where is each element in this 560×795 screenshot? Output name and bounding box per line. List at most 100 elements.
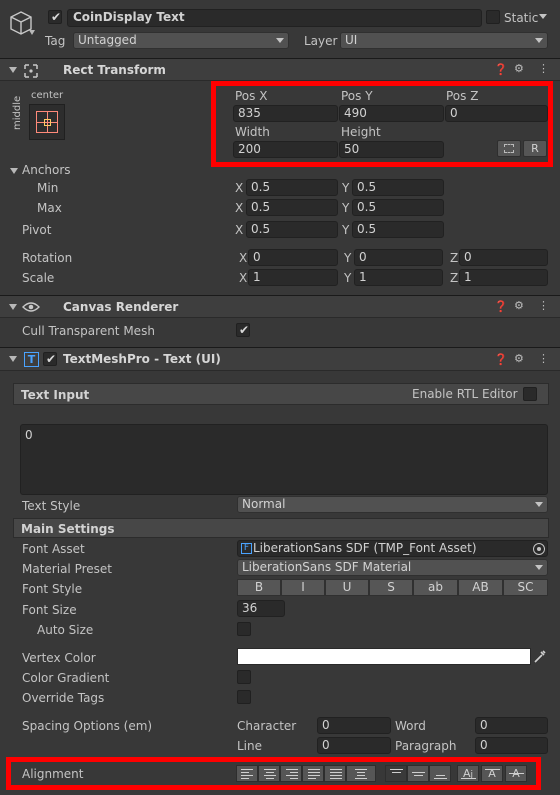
canvas-renderer-title: Canvas Renderer xyxy=(63,300,179,314)
anchor-max-x-field[interactable]: 0.5 xyxy=(246,199,338,216)
highlight-position-box xyxy=(211,81,553,167)
material-preset-dropdown[interactable]: LiberationSans SDF Material xyxy=(237,559,548,576)
rect-transform-header[interactable]: Rect Transform ❓ ⚙ ⋮ xyxy=(0,58,560,81)
strikethrough-button[interactable]: S xyxy=(369,579,413,596)
y-label: Y xyxy=(342,181,350,195)
cull-transparent-mesh-label: Cull Transparent Mesh xyxy=(22,324,155,338)
pivot-x-field[interactable]: 0.5 xyxy=(246,221,338,238)
character-label: Character xyxy=(237,719,297,733)
y-label: Y xyxy=(344,271,352,285)
sliders-icon[interactable]: ⚙ xyxy=(514,300,524,312)
override-tags-checkbox[interactable] xyxy=(237,690,251,704)
font-size-field[interactable]: 36 xyxy=(237,600,285,617)
word-label: Word xyxy=(395,719,426,733)
word-spacing-field[interactable]: 0 xyxy=(475,717,548,734)
lowercase-button[interactable]: ab xyxy=(413,579,458,596)
anchor-preset-v-label: middle xyxy=(12,95,23,130)
font-asset-value: LiberationSans SDF (TMP_Font Asset) xyxy=(253,541,477,555)
line-spacing-field[interactable]: 0 xyxy=(317,737,391,754)
anchor-max-y-field[interactable]: 0.5 xyxy=(352,199,444,216)
auto-size-label: Auto Size xyxy=(37,623,94,637)
text-style-value: Normal xyxy=(242,497,286,511)
cull-transparent-mesh-checkbox[interactable]: ✔ xyxy=(236,323,250,337)
max-label: Max xyxy=(37,201,62,215)
vertex-color-swatch[interactable] xyxy=(237,648,531,665)
smallcaps-button[interactable]: SC xyxy=(503,579,548,596)
uppercase-button[interactable]: AB xyxy=(458,579,503,596)
layer-label: Layer xyxy=(304,34,338,48)
tmp-header[interactable]: T ✔ TextMeshPro - Text (UI) ❓ ⚙ ⋮ xyxy=(0,347,560,371)
font-asset-field[interactable]: F LiberationSans SDF (TMP_Font Asset) xyxy=(237,540,548,557)
rotation-z-field[interactable]: 0 xyxy=(459,249,548,266)
vertex-color-label: Vertex Color xyxy=(22,651,96,665)
object-picker-icon[interactable] xyxy=(533,543,545,555)
material-preset-label: Material Preset xyxy=(22,562,112,576)
text-input-value: 0 xyxy=(25,428,33,442)
text-input-area[interactable]: 0 xyxy=(20,424,548,495)
rotation-y-field[interactable]: 0 xyxy=(354,249,443,266)
foldout-arrow[interactable] xyxy=(9,356,17,362)
layer-dropdown[interactable]: UI xyxy=(340,32,548,49)
object-name-field[interactable]: CoinDisplay Text xyxy=(67,9,482,27)
foldout-arrow[interactable] xyxy=(9,304,17,310)
line-label: Line xyxy=(237,739,263,753)
static-checkbox[interactable] xyxy=(486,10,500,24)
anchors-foldout-arrow[interactable] xyxy=(10,168,18,174)
kebab-menu-icon[interactable]: ⋮ xyxy=(538,353,549,365)
pivot-label: Pivot xyxy=(22,223,52,237)
scale-y-field[interactable]: 1 xyxy=(354,269,443,286)
tag-dropdown[interactable]: Untagged xyxy=(73,32,289,49)
help-icon[interactable]: ❓ xyxy=(494,354,508,366)
y-label: Y xyxy=(344,251,352,265)
canvas-renderer-header[interactable]: Canvas Renderer ❓ ⚙ ⋮ xyxy=(0,295,560,318)
paragraph-label: Paragraph xyxy=(395,739,457,753)
pivot-y-field[interactable]: 0.5 xyxy=(352,221,444,238)
anchor-min-x-field[interactable]: 0.5 xyxy=(246,179,338,196)
static-dropdown-icon[interactable] xyxy=(539,14,547,19)
active-checkbox[interactable]: ✔ xyxy=(48,10,62,24)
color-gradient-label: Color Gradient xyxy=(22,671,110,685)
z-label: Z xyxy=(450,251,459,265)
text-icon: T xyxy=(24,352,39,367)
x-label: X xyxy=(235,223,244,237)
kebab-menu-icon[interactable]: ⋮ xyxy=(538,300,549,312)
main-settings-label: Main Settings xyxy=(21,522,115,536)
auto-size-checkbox[interactable] xyxy=(237,622,251,636)
rect-transform-title: Rect Transform xyxy=(63,63,166,77)
x-label: X xyxy=(235,201,244,215)
foldout-arrow[interactable] xyxy=(9,67,17,73)
scale-x-field[interactable]: 1 xyxy=(248,269,338,286)
character-spacing-field[interactable]: 0 xyxy=(317,717,391,734)
min-label: Min xyxy=(37,181,59,195)
x-label: X xyxy=(235,181,244,195)
help-icon[interactable]: ❓ xyxy=(494,301,508,313)
scale-label: Scale xyxy=(22,271,55,285)
cube-dropdown-icon[interactable] xyxy=(29,30,35,35)
kebab-menu-icon[interactable]: ⋮ xyxy=(538,63,549,75)
bold-button[interactable]: B xyxy=(237,579,281,596)
anchor-min-y-field[interactable]: 0.5 xyxy=(352,179,444,196)
underline-button[interactable]: U xyxy=(325,579,369,596)
rtl-editor-label: Enable RTL Editor xyxy=(412,387,518,401)
sliders-icon[interactable]: ⚙ xyxy=(514,353,524,365)
layer-value: UI xyxy=(345,33,358,47)
anchor-preset-button[interactable] xyxy=(29,104,65,140)
scale-z-field[interactable]: 1 xyxy=(459,269,548,286)
paragraph-spacing-field[interactable]: 0 xyxy=(475,737,548,754)
help-icon[interactable]: ❓ xyxy=(494,64,508,76)
text-style-dropdown[interactable]: Normal xyxy=(237,496,548,513)
sliders-icon[interactable]: ⚙ xyxy=(514,63,524,75)
rotation-x-field[interactable]: 0 xyxy=(248,249,338,266)
tag-label: Tag xyxy=(45,34,66,48)
eyedropper-icon[interactable] xyxy=(532,648,548,665)
rect-transform-icon xyxy=(24,64,38,78)
tag-value: Untagged xyxy=(78,33,137,47)
color-gradient-checkbox[interactable] xyxy=(237,670,251,684)
material-preset-value: LiberationSans SDF Material xyxy=(242,560,412,574)
spacing-options-label: Spacing Options (em) xyxy=(22,719,153,733)
y-label: Y xyxy=(342,223,350,237)
italic-button[interactable]: I xyxy=(281,579,325,596)
tmp-enabled-checkbox[interactable]: ✔ xyxy=(43,352,57,366)
static-label[interactable]: Static xyxy=(504,11,538,25)
rtl-editor-checkbox[interactable] xyxy=(523,387,537,401)
